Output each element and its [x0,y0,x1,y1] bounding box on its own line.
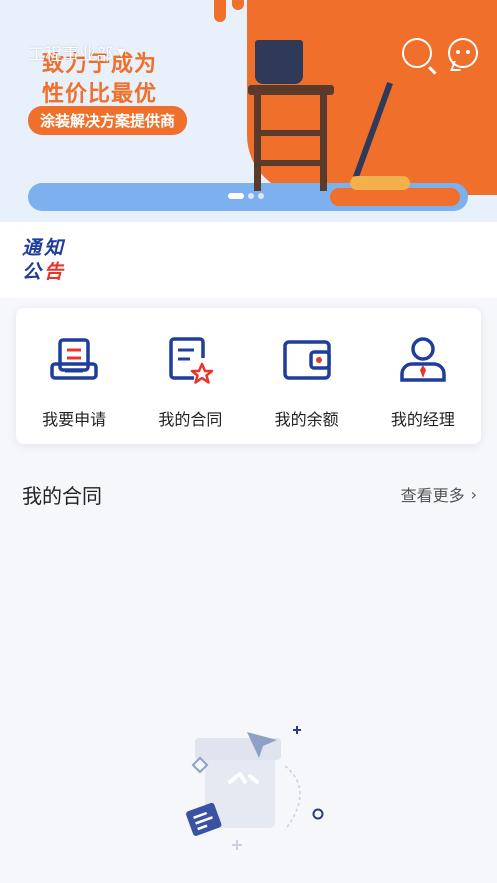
search-icon[interactable] [402,38,432,68]
banner-drip [214,0,226,22]
message-icon[interactable] [448,38,478,68]
quick-action-label: 我的余额 [274,410,339,429]
quick-action-manager[interactable]: 我的经理 [365,308,481,444]
chevron-right-icon: › [470,484,477,504]
stool-bar [254,130,326,136]
notice-logo-line1: 通知 [22,237,67,259]
apply-icon [50,338,98,380]
promo-banner[interactable]: 致力于成为 性价比最优 涂装解决方案提供商 工程事业部 ▼ [0,0,497,222]
quick-action-apply[interactable]: 我要申请 [16,308,132,444]
view-more-link[interactable]: 查看更多 › [401,482,477,506]
banner-drip [232,0,244,10]
carousel-dot[interactable] [228,193,244,199]
contracts-section-header: 我的合同 查看更多 › [0,456,497,526]
section-title: 我的合同 [22,484,102,508]
city-label: 工程事业部 [28,45,113,65]
notice-logo: 通知 公告 [22,236,76,284]
city-selector[interactable]: 工程事业部 ▼ [28,40,125,65]
notice-bar[interactable]: 通知 公告 [0,222,497,298]
carousel-dot[interactable] [258,193,264,199]
stool-leg [320,95,327,191]
notice-logo-char-accent: 告 [44,261,67,283]
banner-slogan-tag: 涂装解决方案提供商 [28,106,188,135]
notice-logo-line2: 公告 [22,260,76,284]
notice-logo-char: 公 [22,261,45,283]
quick-action-contract[interactable]: 我的合同 [132,308,248,444]
quick-action-label: 我的经理 [390,410,455,429]
stool-illustration [248,85,334,95]
paint-bucket-illustration [255,40,303,84]
view-more-label: 查看更多 [400,486,465,505]
manager-icon [400,337,446,382]
contract-icon [169,337,214,384]
chevron-down-icon: ▼ [117,46,126,59]
wallet-icon [282,340,331,380]
quick-actions-card: 我要申请 我的合同 我的余额 我的经理 [16,308,481,444]
stool-bar [254,160,326,166]
carousel-indicator [228,193,264,199]
quick-action-label: 我的合同 [158,410,223,429]
banner-paint-puddle [330,188,460,206]
quick-action-wallet[interactable]: 我的余额 [249,308,365,444]
paint-roller-illustration [350,176,410,190]
carousel-dot[interactable] [248,193,254,199]
quick-action-label: 我要申请 [42,410,107,429]
empty-state-illustration [186,726,324,850]
banner-drip [470,60,486,150]
stool-leg [254,95,261,191]
banner-slogan-line2: 性价比最优 [42,82,158,107]
